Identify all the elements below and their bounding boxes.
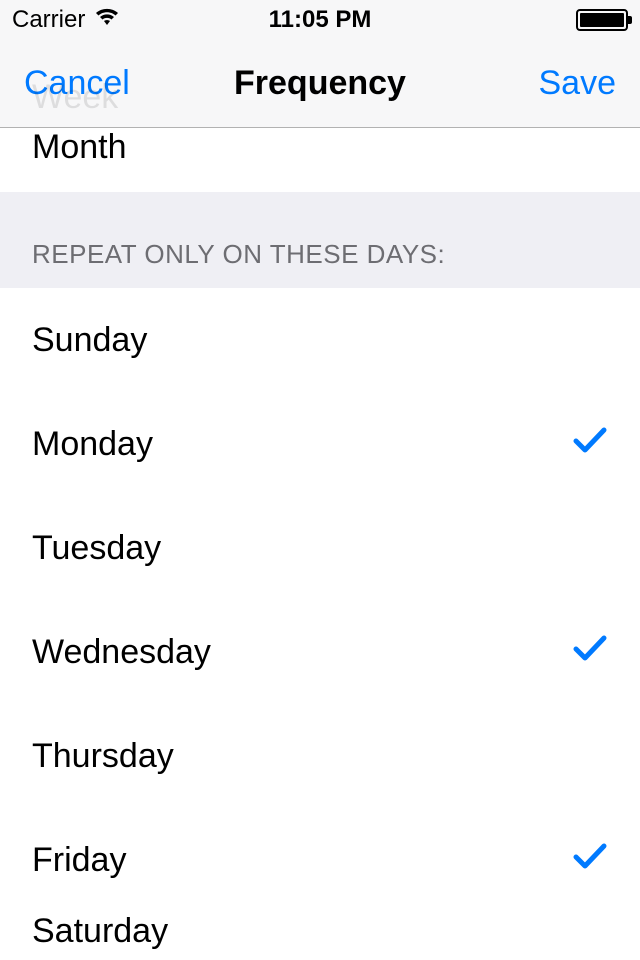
save-button[interactable]: Save <box>539 64 617 103</box>
day-row-monday[interactable]: Monday <box>0 392 640 496</box>
day-row-saturday[interactable]: Saturday <box>0 912 640 952</box>
status-bar: Carrier 11:05 PM <box>0 0 640 40</box>
wifi-icon <box>93 6 121 35</box>
section-header-days: REPEAT ONLY ON THESE DAYS: <box>0 192 640 288</box>
checkmark-icon <box>572 633 608 672</box>
status-time: 11:05 PM <box>269 6 372 34</box>
day-row-tuesday[interactable]: Tuesday <box>0 496 640 600</box>
day-label: Sunday <box>32 321 147 360</box>
day-label: Friday <box>32 841 126 880</box>
day-row-wednesday[interactable]: Wednesday <box>0 600 640 704</box>
period-label: Month <box>32 128 127 167</box>
battery-icon <box>576 9 628 31</box>
day-label: Wednesday <box>32 633 211 672</box>
carrier-label: Carrier <box>12 6 85 34</box>
day-row-thursday[interactable]: Thursday <box>0 704 640 808</box>
day-label: Thursday <box>32 737 174 776</box>
day-label: Tuesday <box>32 529 161 568</box>
faded-previous-row: Week <box>32 78 118 117</box>
day-label: Saturday <box>32 912 168 951</box>
nav-bar: Week Cancel Frequency Save <box>0 40 640 128</box>
page-title: Frequency <box>234 64 406 103</box>
content-scroll[interactable]: Month REPEAT ONLY ON THESE DAYS: Sunday … <box>0 128 640 960</box>
period-row-month[interactable]: Month <box>0 128 640 192</box>
day-row-sunday[interactable]: Sunday <box>0 288 640 392</box>
day-row-friday[interactable]: Friday <box>0 808 640 912</box>
checkmark-icon <box>572 425 608 464</box>
day-label: Monday <box>32 425 153 464</box>
checkmark-icon <box>572 841 608 880</box>
